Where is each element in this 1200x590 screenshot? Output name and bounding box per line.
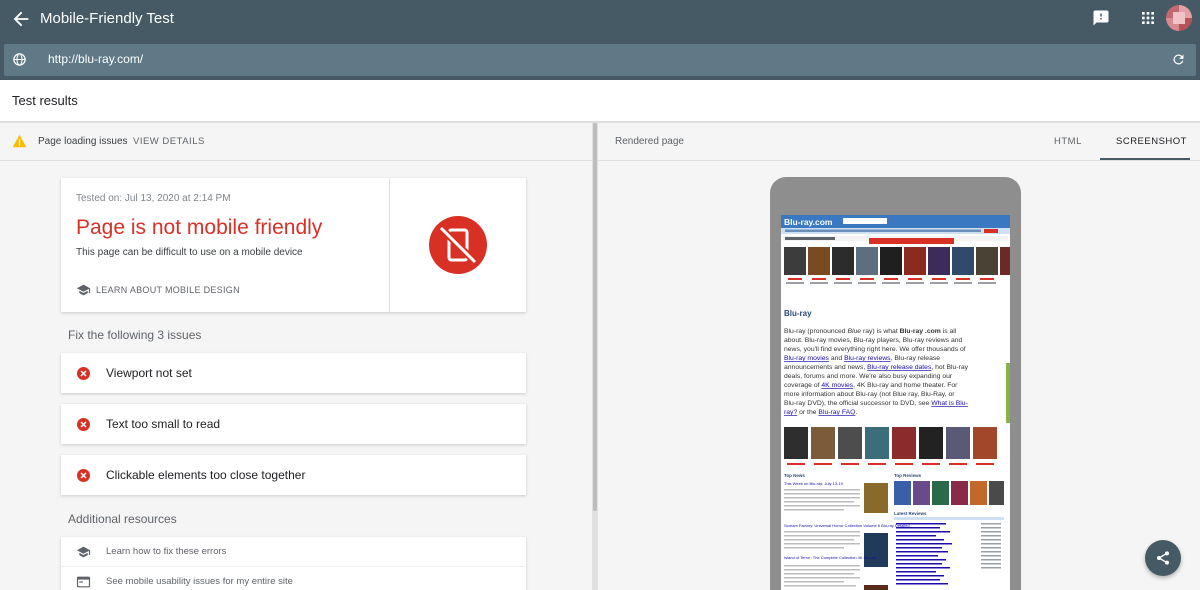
blu-ray-logo: Blu-ray.com (784, 217, 833, 227)
svg-text:deals, forums and more. We're: deals, forums and more. We're also busy … (784, 373, 953, 380)
globe-icon (13, 53, 26, 66)
phone-mockup: Blu-ray.com Blu-ray Blu-ray (pronounced … (770, 177, 1021, 590)
additional-resources-card: Learn how to fix these errors See mobile… (61, 537, 526, 590)
school-icon (76, 284, 91, 296)
svg-text:Blu-ray (pronounced Blue ray): Blu-ray (pronounced Blue ray) is what Bl… (784, 328, 957, 335)
page-loading-status-bar: Page loading issues VIEW DETAILS (0, 123, 592, 161)
app-bar: Mobile-Friendly Test http://blu-ray.com/ (0, 0, 1200, 80)
additional-resources-heading: Additional resources (68, 512, 177, 526)
result-summary-card: Tested on: Jul 13, 2020 at 2:14 PM Page … (61, 178, 526, 312)
resource-mobile-usability[interactable]: See mobile usability issues for my entir… (61, 567, 526, 590)
svg-text:coverage of 4K movies, 4K Blu-: coverage of 4K movies, 4K Blu-ray and ho… (784, 382, 958, 389)
tab-screenshot[interactable]: SCREENSHOT (1116, 136, 1187, 147)
svg-text:news, you'll find everything r: news, you'll find everything right here.… (784, 346, 966, 353)
issue-clickable-elements-close[interactable]: Clickable elements too close together (61, 455, 526, 495)
share-icon (1157, 551, 1169, 565)
error-icon (77, 469, 90, 482)
issue-label: Clickable elements too close together (106, 468, 306, 482)
issue-text-too-small[interactable]: Text too small to read (61, 404, 526, 444)
svg-text:Blu-ray movies and Blu-ray rev: Blu-ray movies and Blu-ray reviews, Blu-… (784, 355, 940, 362)
news-title-1: This Week on Blu-ray: July 13-19 (784, 481, 844, 486)
apps-grid-icon[interactable] (1140, 10, 1156, 26)
rendered-page-screenshot[interactable]: Blu-ray.com Blu-ray Blu-ray (pronounced … (781, 215, 1010, 590)
test-results-bar: Test results (0, 80, 1200, 122)
news-title-3: Island of Terror: The Complete Collectio… (784, 555, 876, 560)
resource-label: See mobile usability issues for my entir… (106, 576, 293, 587)
view-details-link[interactable]: VIEW DETAILS (133, 136, 205, 147)
error-icon (77, 367, 90, 380)
app-title: Mobile-Friendly Test (40, 10, 174, 27)
feedback-icon[interactable] (1092, 9, 1110, 27)
resource-learn-fix-errors[interactable]: Learn how to fix these errors (61, 537, 526, 567)
screenshot-canvas: Blu-ray.com Blu-ray Blu-ray (pronounced … (781, 215, 1010, 590)
resource-label: Learn how to fix these errors (106, 546, 227, 557)
result-subtext: This page can be difficult to use on a m… (76, 247, 303, 258)
rendered-page-label: Rendered page (615, 136, 684, 147)
test-results-title: Test results (12, 93, 78, 108)
svg-text:announcements and news, Blu-ra: announcements and news, Blu-ray release … (784, 364, 969, 371)
school-icon (76, 546, 91, 558)
top-news-label: Top News (784, 473, 805, 478)
active-tab-indicator (1100, 158, 1190, 160)
not-mobile-friendly-icon (429, 216, 487, 274)
issues-heading: Fix the following 3 issues (68, 328, 202, 342)
preview-heading: Blu-ray (784, 309, 812, 318)
browser-icon (76, 576, 91, 588)
svg-text:Blu-ray DVD), the official suc: Blu-ray DVD), the official successor to … (784, 400, 968, 407)
reload-icon[interactable] (1171, 52, 1186, 67)
learn-about-mobile-design-link[interactable]: LEARN ABOUT MOBILE DESIGN (96, 285, 240, 295)
top-reviews-label: Top Reviews (894, 473, 922, 478)
share-button[interactable] (1145, 540, 1181, 576)
issue-label: Text too small to read (106, 417, 221, 431)
tested-on-timestamp: Tested on: Jul 13, 2020 at 2:14 PM (76, 193, 231, 204)
result-headline: Page is not mobile friendly (76, 216, 323, 239)
account-avatar[interactable] (1166, 5, 1192, 31)
scrollbar-thumb[interactable] (593, 123, 597, 511)
rendered-page-header: Rendered page HTML SCREENSHOT (598, 123, 1200, 161)
page-loading-issues-label: Page loading issues (38, 136, 128, 147)
card-divider (389, 178, 390, 312)
svg-text:more information about Blu-ray: more information about Blu-ray (not Blue… (784, 391, 955, 398)
error-icon (77, 418, 90, 431)
warning-icon (12, 134, 27, 148)
issue-label: Viewport not set (106, 366, 192, 380)
back-arrow-icon[interactable] (10, 8, 32, 30)
svg-text:ray? or the Blu-ray FAQ.: ray? or the Blu-ray FAQ. (784, 409, 857, 416)
panel-divider[interactable] (592, 123, 598, 590)
url-input[interactable]: http://blu-ray.com/ (48, 52, 143, 66)
issue-viewport-not-set[interactable]: Viewport not set (61, 353, 526, 393)
tab-html[interactable]: HTML (1054, 136, 1082, 147)
url-bar[interactable]: http://blu-ray.com/ (4, 44, 1196, 76)
news-title-2: Scream Factory: Universal Horror Collect… (784, 523, 910, 528)
svg-text:about. Blu-ray movies, Blu-ray: about. Blu-ray movies, Blu-ray players, … (784, 337, 963, 344)
latest-reviews-label: Latest Reviews (894, 511, 927, 516)
